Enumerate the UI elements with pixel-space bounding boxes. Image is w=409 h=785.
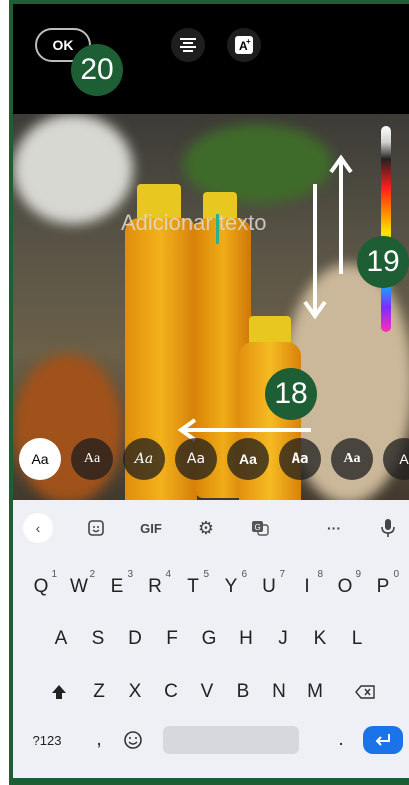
story-text-editor: OK A + 20 Adicionar texto 19 18 Aa Aa Aa… (13, 4, 409, 778)
key-g[interactable]: G (193, 619, 225, 659)
key-i[interactable]: I8 (291, 567, 323, 607)
emoji-key[interactable] (117, 720, 149, 760)
gif-button[interactable]: GIF (131, 512, 171, 544)
key-t[interactable]: T5 (177, 567, 209, 607)
align-center-icon (180, 38, 196, 52)
voice-input-button[interactable] (373, 512, 403, 544)
top-bar: OK A + 20 (13, 4, 409, 114)
photo-canvas[interactable]: Adicionar texto 19 18 Aa Aa Aa Aa Aa Aa … (13, 114, 409, 512)
annotation-arrows-vertical (303, 154, 353, 320)
key-h[interactable]: H (230, 619, 262, 659)
settings-button[interactable]: ⚙ (191, 512, 221, 544)
key-x[interactable]: X (119, 672, 151, 712)
sticker-button[interactable] (81, 512, 111, 544)
font-option[interactable]: Aa (279, 438, 321, 480)
key-label: T (187, 576, 199, 597)
key-hint: 0 (393, 569, 399, 580)
key-q[interactable]: Q1 (25, 567, 57, 607)
step-badge-20: 20 (71, 44, 123, 96)
translate-button[interactable]: G (245, 512, 275, 544)
shift-arrow-icon (52, 685, 66, 699)
key-label: Q (33, 576, 49, 597)
svg-text:G: G (255, 523, 261, 532)
key-k[interactable]: K (304, 619, 336, 659)
key-hint: 9 (355, 569, 361, 580)
key-l[interactable]: L (341, 619, 373, 659)
key-p[interactable]: P0 (367, 567, 399, 607)
enter-arrow-icon (375, 734, 390, 746)
key-label: E (110, 576, 124, 597)
chevron-left-icon: ‹ (35, 520, 41, 536)
key-o[interactable]: O9 (329, 567, 361, 607)
annotation-frame: OK A + 20 Adicionar texto 19 18 Aa Aa Aa… (9, 0, 409, 785)
key-hint: 1 (51, 569, 57, 580)
emoji-icon (124, 731, 142, 749)
text-style-icon: A + (235, 36, 253, 54)
translate-icon: G (252, 521, 269, 536)
key-f[interactable]: F (156, 619, 188, 659)
key-label: R (148, 576, 162, 597)
period-key[interactable]: . (325, 720, 357, 760)
sticker-icon (88, 520, 104, 536)
space-bar[interactable] (163, 726, 299, 754)
text-background-button[interactable]: A + (227, 28, 261, 62)
svg-text:+: + (246, 37, 251, 46)
text-cursor (216, 214, 219, 244)
comma-key[interactable]: , (83, 720, 115, 760)
key-hint: 8 (317, 569, 323, 580)
key-hint: 5 (203, 569, 209, 580)
key-label: Y (224, 576, 238, 597)
key-hint: 7 (279, 569, 285, 580)
key-d[interactable]: D (119, 619, 151, 659)
key-y[interactable]: Y6 (215, 567, 247, 607)
symbols-key[interactable]: ?123 (27, 720, 67, 760)
key-m[interactable]: M (299, 672, 331, 712)
key-label: P (376, 576, 390, 597)
font-option[interactable]: Aa (71, 438, 113, 480)
more-options-button[interactable]: ··· (319, 512, 349, 544)
key-b[interactable]: B (227, 672, 259, 712)
shift-key[interactable] (43, 672, 75, 712)
key-c[interactable]: C (155, 672, 187, 712)
key-label: U (262, 576, 276, 597)
key-hint: 6 (241, 569, 247, 580)
key-j[interactable]: J (267, 619, 299, 659)
key-z[interactable]: Z (83, 672, 115, 712)
font-option[interactable]: Aa (123, 438, 165, 480)
background-shelf (13, 114, 133, 224)
backspace-icon (355, 685, 375, 699)
key-s[interactable]: S (82, 619, 114, 659)
key-v[interactable]: V (191, 672, 223, 712)
collapse-toolbar-button[interactable]: ‹ (23, 513, 53, 543)
backspace-key[interactable] (349, 672, 381, 712)
keyboard-toolbar: ‹ GIF ⚙ G ··· (13, 508, 409, 548)
enter-key[interactable] (363, 726, 403, 754)
key-label: O (337, 576, 353, 597)
color-slider[interactable] (381, 126, 391, 332)
font-option[interactable]: Aa (331, 438, 373, 480)
key-r[interactable]: R4 (139, 567, 171, 607)
key-a[interactable]: A (45, 619, 77, 659)
gear-icon: ⚙ (197, 517, 215, 538)
key-e[interactable]: E3 (101, 567, 133, 607)
key-hint: 3 (127, 569, 133, 580)
key-n[interactable]: N (263, 672, 295, 712)
microphone-icon (381, 519, 395, 537)
key-w[interactable]: W2 (63, 567, 95, 607)
key-label: I (304, 576, 310, 597)
text-input-placeholder[interactable]: Adicionar texto (121, 210, 267, 236)
key-label: W (70, 576, 88, 597)
key-u[interactable]: U7 (253, 567, 285, 607)
key-hint: 4 (165, 569, 171, 580)
font-option-selected[interactable]: Aa (19, 438, 61, 480)
font-option[interactable]: Aa (227, 438, 269, 480)
step-badge-19: 19 (357, 236, 409, 288)
font-style-row: Aa Aa Aa Aa Aa Aa Aa A (13, 436, 409, 482)
text-align-button[interactable] (171, 28, 205, 62)
font-option[interactable]: Aa (175, 438, 217, 480)
key-hint: 2 (89, 569, 95, 580)
font-option[interactable]: A (383, 438, 409, 480)
step-badge-18: 18 (265, 368, 317, 420)
